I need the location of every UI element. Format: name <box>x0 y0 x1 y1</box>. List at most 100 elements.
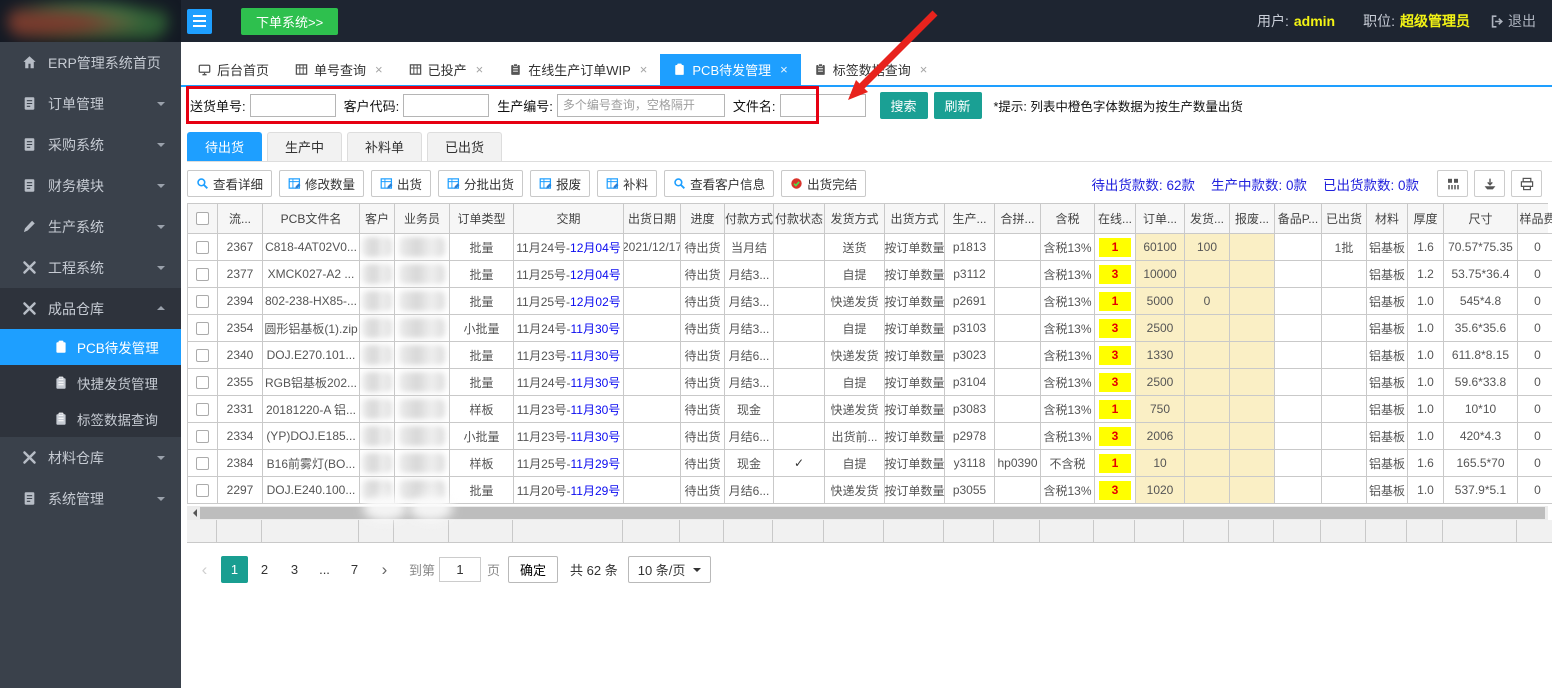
scrollbar-thumb[interactable] <box>200 507 1545 519</box>
header-cell-ship_mode: 出货方式 <box>885 204 945 234</box>
tab-close-icon[interactable]: × <box>920 62 928 77</box>
tab-PCB待发管理[interactable]: PCB待发管理 × <box>660 54 801 85</box>
row-checkbox[interactable] <box>196 294 209 308</box>
page-ellipsis: ... <box>319 562 330 577</box>
sidebar-subitem-快捷发货管理[interactable]: 快捷发货管理 <box>0 365 181 401</box>
confirm-page-button[interactable]: 确定 <box>508 556 559 583</box>
row-checkbox[interactable] <box>196 402 209 416</box>
cell-order_type: 小批量 <box>450 315 514 342</box>
row-checkbox[interactable] <box>196 348 209 362</box>
total-count-label: 共 62 条 <box>570 563 618 578</box>
search-input-3[interactable] <box>779 93 866 117</box>
cell-material: 铝基板 <box>1367 396 1408 423</box>
search-input-2[interactable] <box>556 93 725 117</box>
tab-close-icon[interactable]: × <box>375 62 383 77</box>
tab-已投产[interactable]: 已投产 × <box>396 54 497 85</box>
print-button[interactable] <box>1511 170 1542 197</box>
table-row[interactable]: 2297 DOJ.E240.100... 批量 11月20号- 11月29号 待出货 月结6… <box>188 477 1552 504</box>
search-field-label: 送货单号: <box>190 98 246 114</box>
table-row[interactable]: 2384 B16前雾灯(BO... 样板 11月25号- 11月29号 待出货 现金 ✓ 自提按… <box>188 450 1552 477</box>
table-row[interactable]: 2394 802-238-HX85-... 批量 11月25号- 12月02号 待出货 月结… <box>188 288 1552 315</box>
cell-ship_date <box>624 450 681 477</box>
cell-spare <box>1275 342 1322 369</box>
row-checkbox[interactable] <box>196 483 209 497</box>
cell-due: 11月24号- 11月30号 <box>514 315 624 342</box>
logout-button[interactable]: 退出 <box>1490 11 1536 31</box>
sidebar-item-材料仓库[interactable]: 材料仓库 <box>0 437 181 478</box>
sidebar-item-生产系统[interactable]: 生产系统 <box>0 206 181 247</box>
main-content: 后台首页 单号查询 × 已投产 × 在线生产订单WIP × PCB待发管理 × 标签数据查询 × 送… <box>181 42 1552 688</box>
分批出货-button[interactable]: 分批出货 <box>438 170 524 197</box>
sidebar-subitem-PCB待发管理[interactable]: PCB待发管理 <box>0 329 181 365</box>
出货-button[interactable]: 出货 <box>371 170 432 197</box>
cell-progress: 待出货 <box>681 315 725 342</box>
order-system-button[interactable]: 下单系统>> <box>241 7 339 35</box>
sidebar-subitem-标签数据查询[interactable]: 标签数据查询 <box>0 401 181 437</box>
search-input-1[interactable] <box>403 93 490 117</box>
tab-在线生产订单WIP[interactable]: 在线生产订单WIP × <box>496 54 660 85</box>
page-button-1[interactable]: 1 <box>221 556 248 583</box>
page-size-select[interactable]: 10 条/页 <box>627 556 712 583</box>
row-checkbox[interactable] <box>196 375 209 389</box>
row-checkbox[interactable] <box>196 267 209 281</box>
select-all-checkbox[interactable] <box>196 212 209 225</box>
tab-close-icon[interactable]: × <box>640 62 648 77</box>
报废-button[interactable]: 报废 <box>530 170 591 197</box>
sidebar-toggle-button[interactable] <box>187 8 212 34</box>
due-start: 11月25号- <box>516 267 571 282</box>
table-row[interactable]: 2367 C818-4AT02V0... 批量 11月24号- 12月04号 2021/1… <box>188 234 1552 261</box>
table-row[interactable]: 2331 20181220-A 铝... 样板 11月23号- 11月30号 待出货 现金 快… <box>188 396 1552 423</box>
refresh-button[interactable]: 刷新 <box>933 91 982 119</box>
table-row[interactable]: 2377 XMCK027-A2 ... 批量 11月25号- 12月04号 待出货 月结3.… <box>188 261 1552 288</box>
row-checkbox[interactable] <box>196 429 209 443</box>
出货完结-button[interactable]: 出货完结 <box>781 170 867 197</box>
prev-page-button[interactable]: ‹ <box>191 556 218 583</box>
table-row[interactable]: 2334 (YP)DOJ.E185... 小批量 11月23号- 11月30号 待出货 月结… <box>188 423 1552 450</box>
修改数量-button[interactable]: 修改数量 <box>279 170 365 197</box>
next-page-button[interactable]: › <box>371 556 398 583</box>
page-button-2[interactable]: 2 <box>251 556 278 583</box>
cell-due: 11月24号- 12月04号 <box>514 234 624 261</box>
tab-close-icon[interactable]: × <box>780 62 788 77</box>
goto-page-input[interactable] <box>439 557 482 582</box>
page-button-3[interactable]: 3 <box>281 556 308 583</box>
sidebar-item-成品仓库[interactable]: 成品仓库 <box>0 288 181 329</box>
columns-button[interactable] <box>1437 170 1468 197</box>
row-checkbox[interactable] <box>196 240 209 254</box>
sidebar-item-ERP管理系统首页[interactable]: ERP管理系统首页 <box>0 42 181 83</box>
cell-online: 1 <box>1095 396 1136 423</box>
subtab-已出货[interactable]: 已出货 <box>427 132 503 161</box>
row-checkbox[interactable] <box>196 456 209 470</box>
tab-标签数据查询[interactable]: 标签数据查询 × <box>801 54 941 85</box>
cell-sample_fee: 0 <box>1518 315 1552 342</box>
search-input-0[interactable] <box>249 93 336 117</box>
table-row[interactable]: 2340 DOJ.E270.101... 批量 11月23号- 11月30号 待出货 月结6… <box>188 342 1552 369</box>
补料-button[interactable]: 补料 <box>597 170 658 197</box>
tab-后台首页[interactable]: 后台首页 <box>185 54 282 85</box>
tab-单号查询[interactable]: 单号查询 × <box>282 54 396 85</box>
sidebar-item-采购系统[interactable]: 采购系统 <box>0 124 181 165</box>
subtab-生产中[interactable]: 生产中 <box>267 132 343 161</box>
sidebar-item-订单管理[interactable]: 订单管理 <box>0 83 181 124</box>
redacted-salesman <box>398 480 446 500</box>
page-button-7[interactable]: 7 <box>341 556 368 583</box>
sidebar-item-工程系统[interactable]: 工程系统 <box>0 247 181 288</box>
row-checkbox[interactable] <box>196 321 209 335</box>
cell-order_type: 批量 <box>450 288 514 315</box>
table-row[interactable]: 2354 圆形铝基板(1).zip 小批量 11月24号- 11月30号 待出货 月结3..… <box>188 315 1552 342</box>
scroll-left-arrow[interactable] <box>187 506 200 520</box>
export-button[interactable] <box>1474 170 1505 197</box>
horizontal-scrollbar[interactable] <box>187 506 1548 520</box>
tools-icon <box>22 450 37 465</box>
cell-order_type: 小批量 <box>450 423 514 450</box>
查看客户信息-button[interactable]: 查看客户信息 <box>664 170 775 197</box>
search-button[interactable]: 搜索 <box>879 91 928 119</box>
sidebar-item-系统管理[interactable]: 系统管理 <box>0 478 181 519</box>
tab-close-icon[interactable]: × <box>476 62 484 77</box>
subtab-补料单[interactable]: 补料单 <box>347 132 423 161</box>
sidebar-item-财务模块[interactable]: 财务模块 <box>0 165 181 206</box>
table-row[interactable]: 2355 RGB铝基板202... 批量 11月24号- 11月30号 待出货 月结3...… <box>188 369 1552 396</box>
查看详细-button[interactable]: 查看详细 <box>187 170 273 197</box>
subtab-待出货[interactable]: 待出货 <box>187 132 263 161</box>
cell-order_qty: 10 <box>1136 450 1185 477</box>
